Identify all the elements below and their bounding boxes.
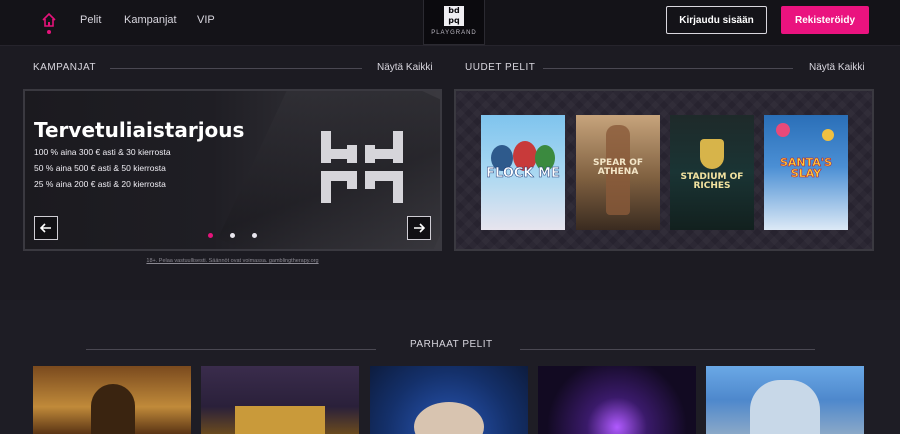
promo-line: 25 % aina 200 € asti & 20 kierrosta bbox=[34, 179, 166, 189]
active-indicator bbox=[47, 30, 51, 34]
game-tile[interactable] bbox=[201, 366, 359, 434]
login-button[interactable]: Kirjaudu sisään bbox=[666, 6, 767, 34]
new-games-show-all-link[interactable]: Näytä Kaikki bbox=[809, 62, 865, 73]
game-tile-santas-slay[interactable]: SANTA'S SLAY bbox=[764, 115, 848, 230]
logo-mark-icon: bd pq bbox=[444, 6, 464, 26]
brand-logo[interactable]: bd pq PLAYGRAND bbox=[423, 0, 485, 45]
nav-campaigns[interactable]: Kampanjat bbox=[124, 14, 177, 26]
carousel-dot[interactable] bbox=[208, 233, 213, 238]
game-title: SANTA'S SLAY bbox=[779, 156, 833, 180]
campaigns-show-all-link[interactable]: Näytä Kaikki bbox=[377, 62, 433, 73]
arrow-right-icon bbox=[414, 223, 425, 233]
best-games-heading: PARHAAT PELIT bbox=[410, 339, 493, 350]
nav-games[interactable]: Pelit bbox=[80, 14, 101, 26]
register-button[interactable]: Rekisteröidy bbox=[781, 6, 869, 34]
promo-line: 50 % aina 500 € asti & 50 kierrosta bbox=[34, 163, 166, 173]
game-tile-stadium-of-riches[interactable]: STADIUM OF RICHES bbox=[670, 115, 754, 230]
carousel-prev-button[interactable] bbox=[34, 216, 58, 240]
game-tile[interactable] bbox=[33, 366, 191, 434]
nav-vip[interactable]: VIP bbox=[197, 14, 215, 26]
playgrand-logo-icon bbox=[321, 131, 403, 203]
best-games-divider-left bbox=[86, 349, 376, 350]
top-header: Pelit Kampanjat VIP bd pq PLAYGRAND Kirja… bbox=[0, 0, 900, 46]
arrow-left-icon bbox=[40, 223, 51, 233]
game-title: SPEAR OF ATHENA bbox=[592, 158, 644, 177]
carousel-dot[interactable] bbox=[252, 233, 257, 238]
carousel-next-button[interactable] bbox=[407, 216, 431, 240]
game-tile-flock-me[interactable]: FLOCK ME bbox=[481, 115, 565, 230]
game-title: FLOCK ME bbox=[486, 166, 560, 181]
new-games-heading: UUDET PELIT bbox=[465, 62, 536, 73]
promo-disclaimer-link[interactable]: 18+. Pelaa vastuullisesti. Säännöt ovat … bbox=[23, 258, 442, 264]
campaigns-heading: KAMPANJAT bbox=[33, 62, 97, 73]
promo-line: 100 % aina 300 € asti & 30 kierrosta bbox=[34, 147, 171, 157]
promo-carousel: Tervetuliaistarjous 100 % aina 300 € ast… bbox=[23, 89, 442, 251]
game-tile[interactable] bbox=[370, 366, 528, 434]
game-title: STADIUM OF RICHES bbox=[680, 172, 744, 191]
campaigns-divider bbox=[110, 68, 362, 69]
carousel-dot[interactable] bbox=[230, 233, 235, 238]
game-tile[interactable] bbox=[538, 366, 696, 434]
new-games-divider bbox=[543, 68, 793, 69]
promo-title: Tervetuliaistarjous bbox=[34, 118, 245, 142]
logo-wordmark: PLAYGRAND bbox=[431, 30, 477, 36]
game-tile-spear-of-athena[interactable]: SPEAR OF ATHENA bbox=[576, 115, 660, 230]
best-games-divider-right bbox=[520, 349, 815, 350]
game-tile[interactable] bbox=[706, 366, 864, 434]
home-icon[interactable] bbox=[40, 12, 58, 34]
new-games-panel: FLOCK ME SPEAR OF ATHENA STADIUM OF RICH… bbox=[454, 89, 874, 251]
